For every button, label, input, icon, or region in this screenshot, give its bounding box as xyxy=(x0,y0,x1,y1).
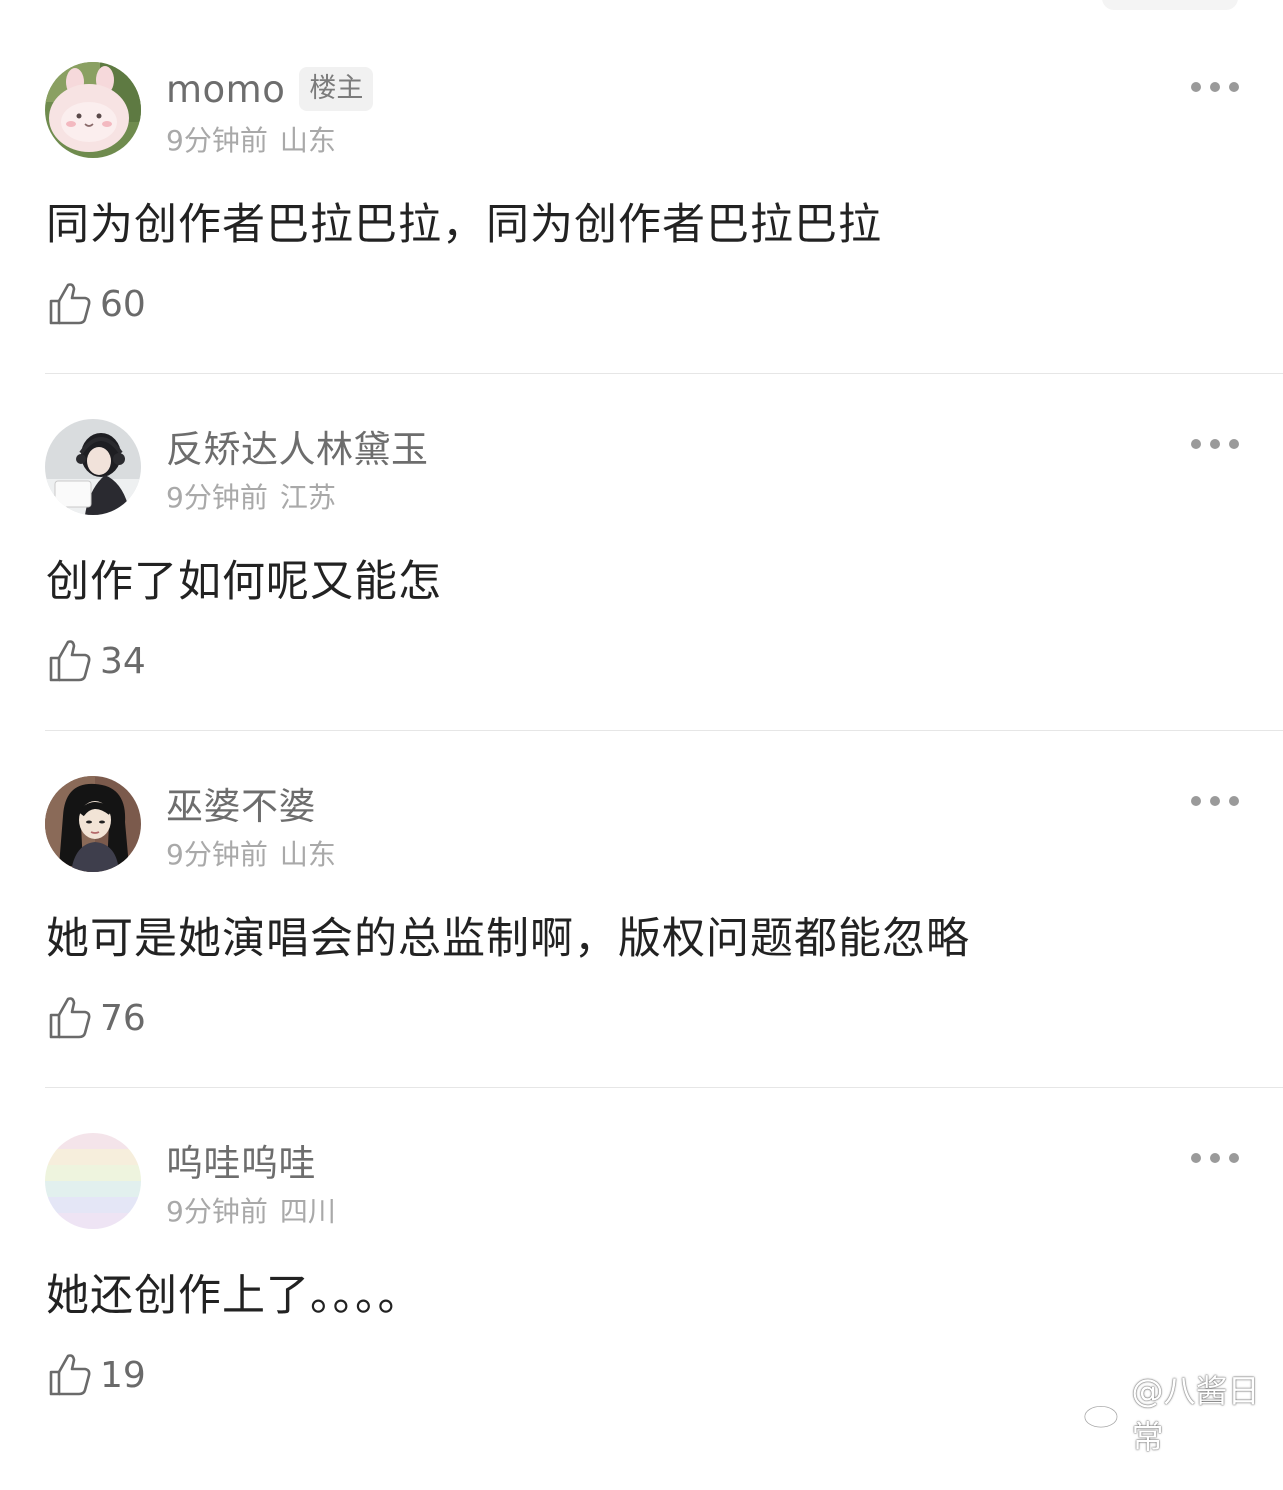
dot-icon xyxy=(1210,82,1220,92)
comment-item: 反矫达人林黛玉 9分钟前 江苏 创作了如何呢又能怎 34 xyxy=(0,419,1283,776)
timestamp: 9分钟前 xyxy=(166,481,268,514)
pastel-rainbow-avatar-icon xyxy=(45,1133,141,1229)
like-count: 76 xyxy=(100,997,146,1039)
like-count: 19 xyxy=(100,1354,146,1396)
timestamp: 9分钟前 xyxy=(166,838,268,871)
location: 山东 xyxy=(279,838,336,871)
watermark: @八酱日常 xyxy=(1082,1366,1283,1458)
comment-text: 同为创作者巴拉巴拉，同为创作者巴拉巴拉 xyxy=(46,200,882,250)
location: 四川 xyxy=(279,1195,336,1228)
comment-item: momo 楼主 9分钟前 山东 同为创作者巴拉巴拉，同为创作者巴拉巴拉 60 xyxy=(0,62,1283,419)
avatar[interactable] xyxy=(45,1133,141,1229)
dot-icon xyxy=(1229,796,1239,806)
more-options-button[interactable] xyxy=(1191,437,1239,451)
dot-icon xyxy=(1210,796,1220,806)
thumbs-up-icon xyxy=(49,283,91,325)
timestamp: 9分钟前 xyxy=(166,124,268,157)
comment-meta: 9分钟前 四川 xyxy=(166,1190,336,1230)
like-button[interactable]: 76 xyxy=(48,994,146,1042)
like-button[interactable]: 19 xyxy=(48,1351,146,1399)
dot-icon xyxy=(1210,439,1220,449)
username[interactable]: 反矫达人林黛玉 xyxy=(166,419,429,473)
comment-meta: 9分钟前 江苏 xyxy=(166,476,336,516)
like-count: 60 xyxy=(100,283,146,325)
comment-text: 她还创作上了。。。。 xyxy=(46,1271,422,1321)
thumbs-up-icon xyxy=(49,1354,91,1396)
dot-icon xyxy=(1229,82,1239,92)
dot-icon xyxy=(1191,439,1201,449)
comment-text: 创作了如何呢又能怎 xyxy=(46,557,442,607)
username[interactable]: 呜哇呜哇 xyxy=(166,1133,316,1187)
weibo-logo-icon xyxy=(1083,1398,1122,1429)
dot-icon xyxy=(1191,796,1201,806)
op-badge: 楼主 xyxy=(299,67,374,111)
comment-item: 巫婆不婆 9分钟前 山东 她可是她演唱会的总监制啊，版权问题都能忽略 76 xyxy=(0,776,1283,1133)
dot-icon xyxy=(1210,1153,1220,1163)
like-button[interactable]: 34 xyxy=(48,637,146,685)
more-options-button[interactable] xyxy=(1191,794,1239,808)
thumbs-up-icon xyxy=(49,997,91,1039)
comment-text: 她可是她演唱会的总监制啊，版权问题都能忽略 xyxy=(46,914,970,964)
cartoon-girl-avatar-icon xyxy=(45,776,141,872)
timestamp: 9分钟前 xyxy=(166,1195,268,1228)
comment-meta: 9分钟前 山东 xyxy=(166,833,336,873)
dot-icon xyxy=(1229,1153,1239,1163)
comment-meta: 9分钟前 山东 xyxy=(166,119,336,159)
like-count: 34 xyxy=(100,640,146,682)
more-options-button[interactable] xyxy=(1191,1151,1239,1165)
dot-icon xyxy=(1191,1153,1201,1163)
top-pill xyxy=(1102,0,1238,10)
location: 江苏 xyxy=(279,481,336,514)
watermark-text: @八酱日常 xyxy=(1131,1372,1260,1456)
avatar[interactable] xyxy=(45,62,141,158)
girl-headphones-avatar-icon xyxy=(45,419,141,515)
username[interactable]: momo xyxy=(166,68,285,111)
dot-icon xyxy=(1191,82,1201,92)
bunny-plush-avatar-icon xyxy=(45,62,141,158)
avatar[interactable] xyxy=(45,776,141,872)
location: 山东 xyxy=(279,124,336,157)
divider xyxy=(45,373,1283,374)
divider xyxy=(45,730,1283,731)
dot-icon xyxy=(1229,439,1239,449)
username[interactable]: 巫婆不婆 xyxy=(166,776,316,830)
avatar[interactable] xyxy=(45,419,141,515)
thumbs-up-icon xyxy=(49,640,91,682)
more-options-button[interactable] xyxy=(1191,80,1239,94)
like-button[interactable]: 60 xyxy=(48,280,146,328)
divider xyxy=(45,1087,1283,1088)
